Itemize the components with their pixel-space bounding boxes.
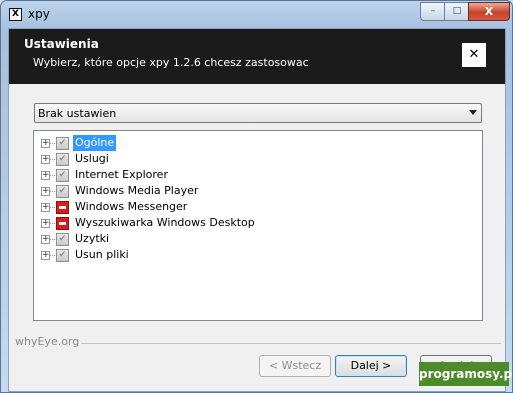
expand-plus-icon[interactable]: +: [41, 235, 50, 244]
app-window: X xpy – □ X Ustawienia Wybierz, które op…: [0, 0, 513, 393]
preset-selected-value: Brak ustawien: [38, 107, 117, 120]
maximize-button[interactable]: □: [444, 2, 470, 21]
tree-connector: [50, 159, 55, 160]
minimize-button[interactable]: –: [420, 2, 446, 21]
app-icon[interactable]: X: [9, 8, 22, 21]
partial-checkbox[interactable]: [56, 217, 69, 230]
expand-plus-icon[interactable]: +: [41, 139, 50, 148]
close-icon[interactable]: ✕: [461, 42, 487, 68]
tree-item-label[interactable]: Ogólne: [73, 135, 117, 151]
checkbox[interactable]: ✔: [56, 169, 69, 182]
tree-connector: [50, 207, 55, 208]
tree-item-label[interactable]: Internet Explorer: [73, 167, 170, 183]
watermark-logo: programosy.pl: [419, 362, 513, 386]
wizard-content: Ustawienia Wybierz, które opcje xpy 1.2.…: [8, 28, 506, 392]
options-tree[interactable]: + ✔ Ogólne + ✔ Uslugi + ✔ Internet Explorer + ✔ Win…: [33, 130, 483, 321]
checkbox[interactable]: ✔: [56, 137, 69, 150]
checkbox[interactable]: ✔: [56, 185, 69, 198]
checkbox[interactable]: ✔: [56, 233, 69, 246]
tree-connector: [50, 143, 55, 144]
tree-item-label[interactable]: Usun pliki: [73, 247, 131, 263]
checkbox[interactable]: ✔: [56, 153, 69, 166]
tree-connector: [50, 255, 55, 256]
tree-item-label[interactable]: Windows Media Player: [73, 183, 200, 199]
chevron-down-icon[interactable]: [469, 110, 477, 115]
title-bar[interactable]: X xpy – □ X: [1, 1, 512, 28]
next-button[interactable]: Dalej >: [335, 355, 407, 377]
close-window-button[interactable]: X: [468, 2, 510, 21]
brand-label: whyEye.org: [15, 335, 80, 348]
expand-plus-icon[interactable]: +: [41, 251, 50, 260]
tree-connector: [50, 191, 55, 192]
expand-plus-icon[interactable]: +: [41, 219, 50, 228]
partial-checkbox[interactable]: [56, 201, 69, 214]
expand-plus-icon[interactable]: +: [41, 171, 50, 180]
expand-plus-icon[interactable]: +: [41, 155, 50, 164]
back-button[interactable]: < Wstecz: [259, 355, 331, 377]
wizard-header: Ustawienia Wybierz, które opcje xpy 1.2.…: [9, 29, 505, 84]
tree-connector: [50, 175, 55, 176]
tree-item-label[interactable]: Uzytki: [73, 231, 111, 247]
page-title: Ustawienia: [24, 37, 99, 51]
expand-plus-icon[interactable]: +: [41, 187, 50, 196]
divider: [81, 343, 501, 344]
window-title: xpy: [28, 7, 50, 21]
tree-item-label[interactable]: Wyszukiwarka Windows Desktop: [73, 215, 257, 231]
tree-connector: [50, 239, 55, 240]
page-subtitle: Wybierz, które opcje xpy 1.2.6 chcesz za…: [33, 56, 309, 69]
tree-item-label[interactable]: Windows Messenger: [73, 199, 189, 215]
tree-connector: [50, 223, 55, 224]
checkbox[interactable]: ✔: [56, 249, 69, 262]
preset-dropdown[interactable]: Brak ustawien: [34, 103, 482, 123]
expand-plus-icon[interactable]: +: [41, 203, 50, 212]
tree-item-label[interactable]: Uslugi: [73, 151, 111, 167]
